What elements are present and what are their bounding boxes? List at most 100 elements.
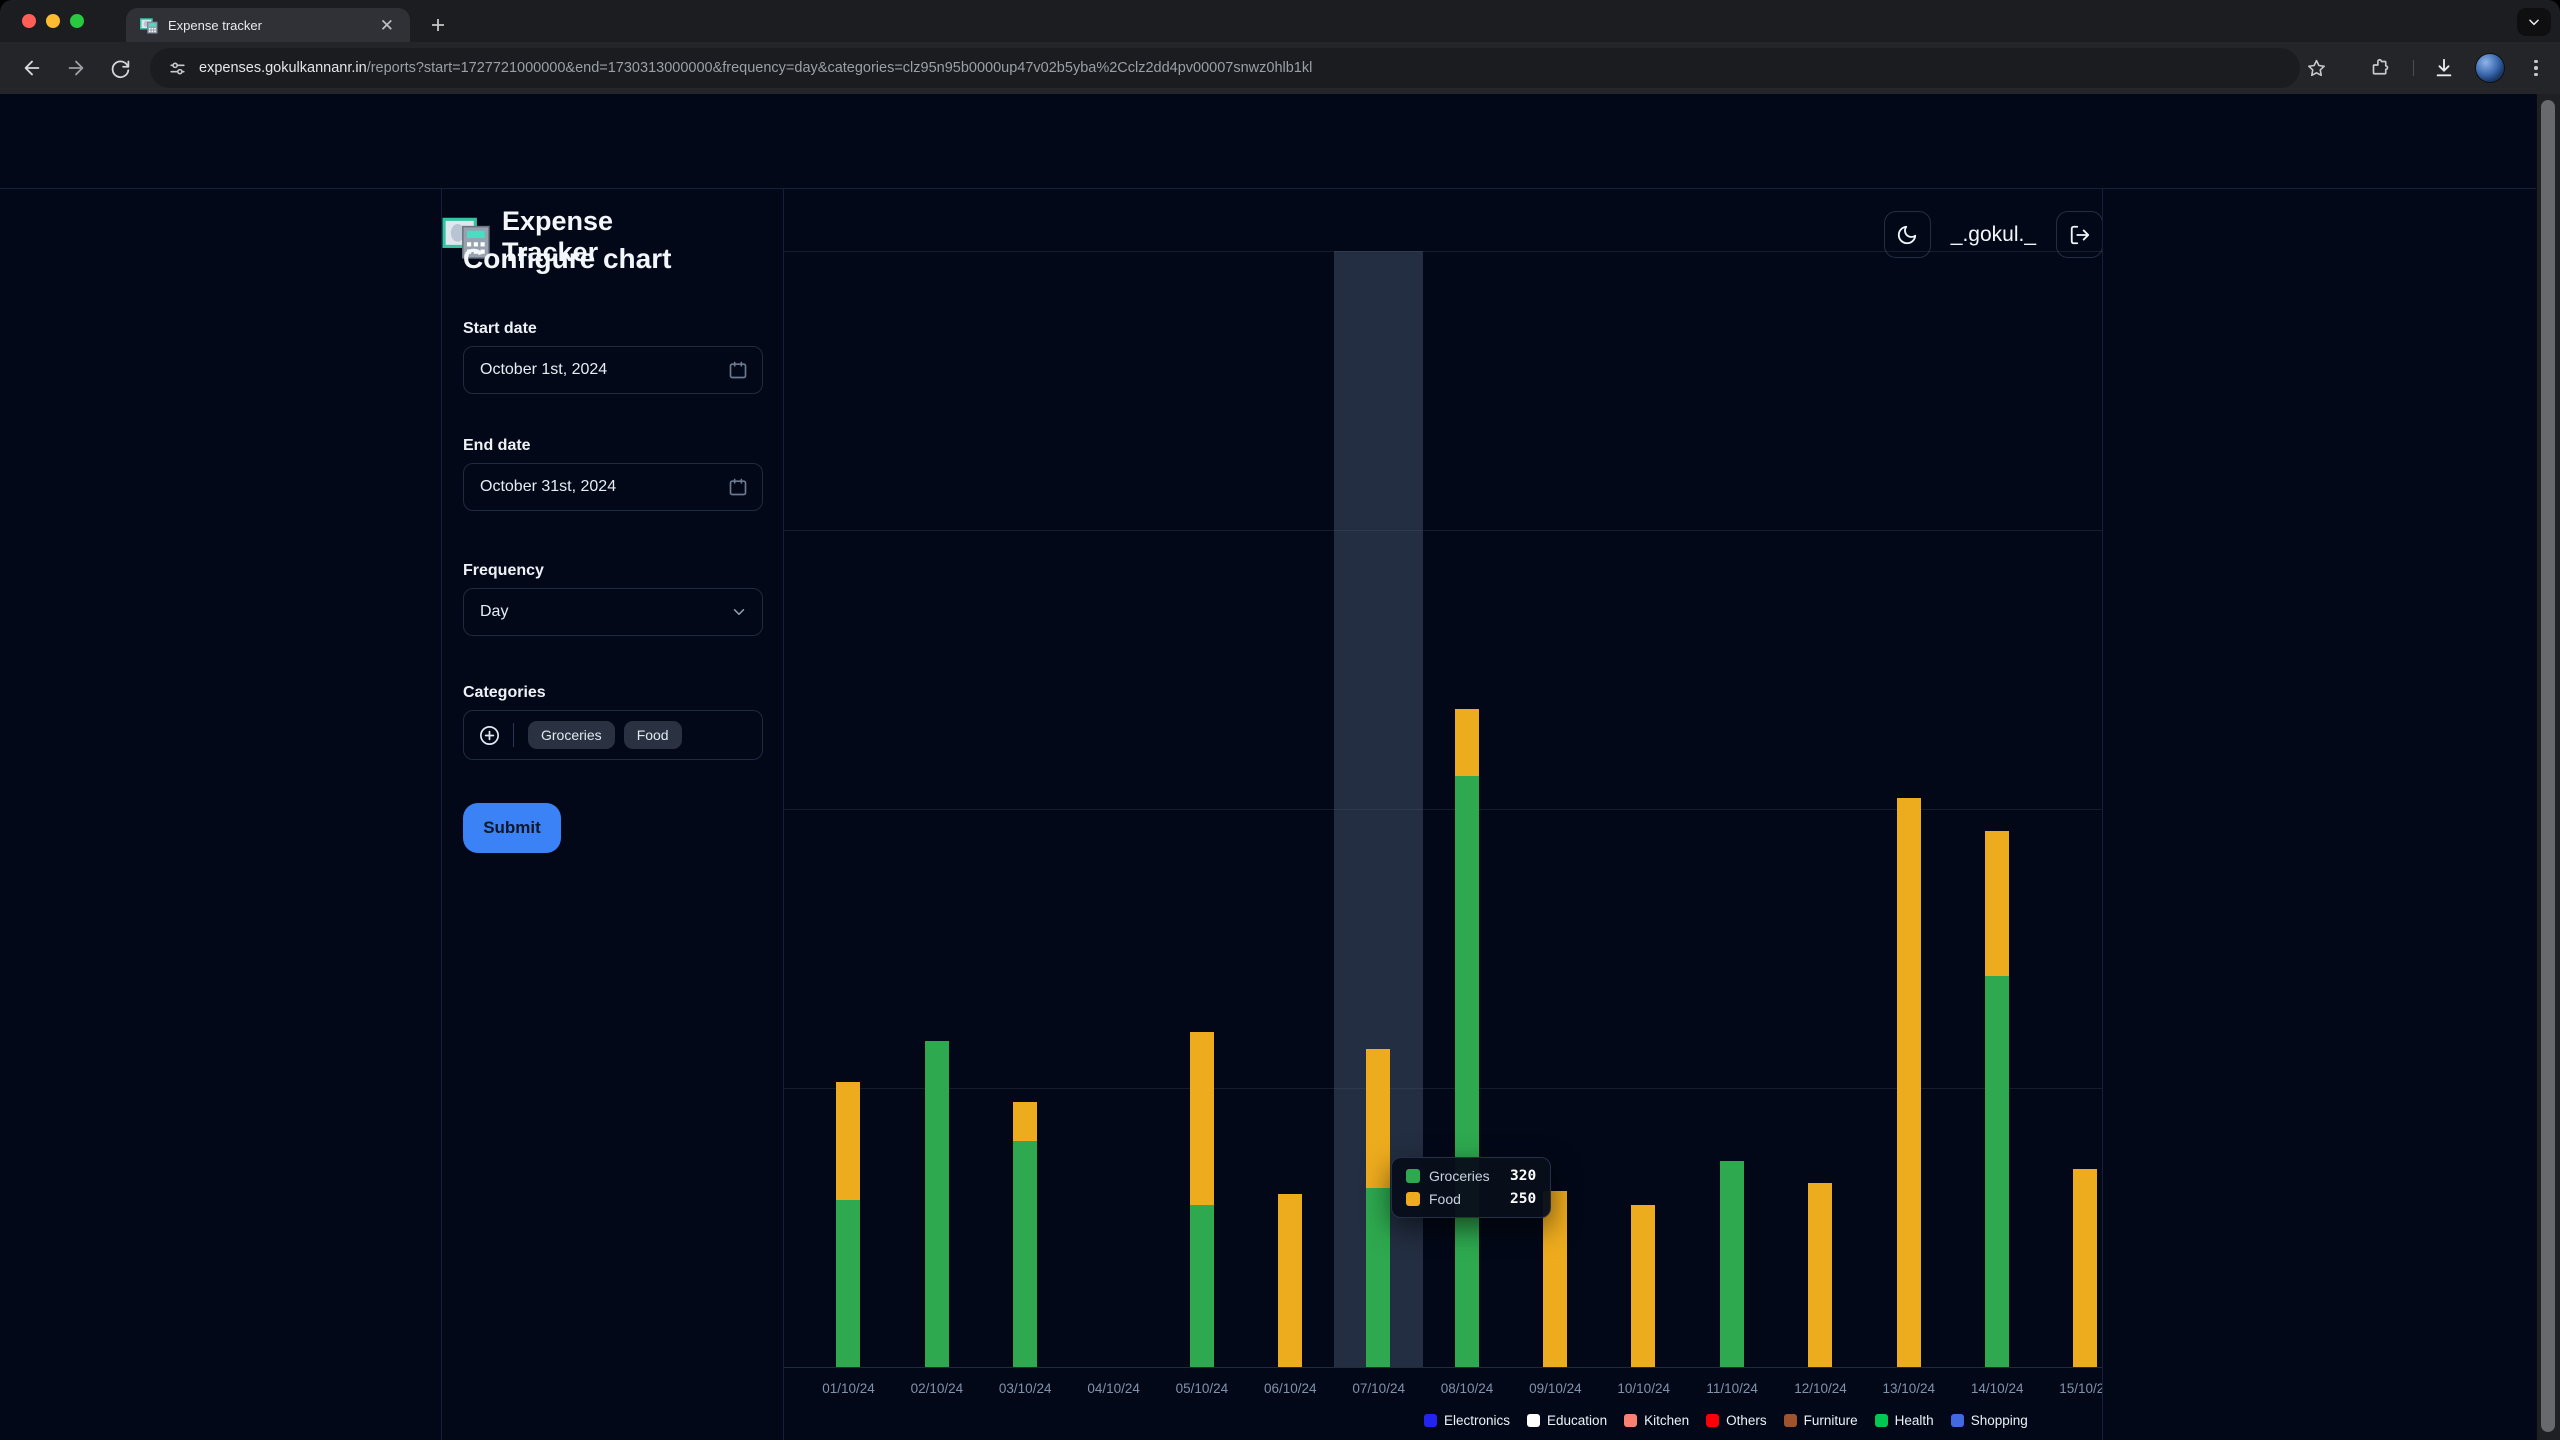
x-axis-label-07/10/24: 07/10/24 <box>1334 1381 1423 1396</box>
app-header: Expense Tracker _.gokul._ <box>0 94 2560 189</box>
legend-item-electronics: Electronics <box>1424 1413 1510 1428</box>
bar-segment-food-10/10/24[interactable] <box>1631 1205 1655 1367</box>
category-chip-groceries[interactable]: Groceries <box>528 721 615 749</box>
configure-sidebar: Configure chart Start date October 1st, … <box>441 189 784 1440</box>
toolbar-divider <box>2413 60 2414 76</box>
bar-segment-groceries-03/10/24[interactable] <box>1013 1141 1037 1367</box>
page-scrollbar-thumb[interactable] <box>2541 100 2555 1432</box>
x-axis-line <box>784 1367 2103 1368</box>
bar-segment-food-06/10/24[interactable] <box>1278 1194 1302 1367</box>
maximize-window-button[interactable] <box>70 14 84 28</box>
category-chip-food[interactable]: Food <box>624 721 682 749</box>
tooltip-swatch <box>1406 1169 1420 1183</box>
legend-label: Electronics <box>1444 1413 1510 1428</box>
extensions-button[interactable] <box>2366 54 2394 82</box>
forward-button[interactable] <box>63 55 89 81</box>
legend-swatch <box>1951 1414 1964 1427</box>
categories-input[interactable]: Groceries Food <box>463 710 763 760</box>
tab-strip: Expense tracker ✕ <box>0 0 2560 42</box>
close-window-button[interactable] <box>22 14 36 28</box>
bar-segment-groceries-08/10/24[interactable] <box>1455 776 1479 1368</box>
tab-close-icon[interactable]: ✕ <box>376 15 398 36</box>
x-axis-label-05/10/24: 05/10/24 <box>1157 1381 1246 1396</box>
forward-icon <box>65 57 87 79</box>
downloads-button[interactable] <box>2430 54 2458 82</box>
tab-search-chevron-icon <box>2527 15 2541 29</box>
legend-swatch <box>1527 1414 1540 1427</box>
bar-segment-groceries-07/10/24[interactable] <box>1366 1188 1390 1367</box>
traffic-lights <box>22 14 84 28</box>
bookmark-button[interactable] <box>2302 54 2330 82</box>
calendar-icon <box>728 360 748 380</box>
x-axis-label-08/10/24: 08/10/24 <box>1423 1381 1512 1396</box>
categories-divider <box>513 723 514 747</box>
bar-segment-food-14/10/24[interactable] <box>1985 831 2009 976</box>
chart-tooltip: Groceries320Food250 <box>1391 1157 1551 1218</box>
x-axis-label-04/10/24: 04/10/24 <box>1069 1381 1158 1396</box>
bar-segment-food-01/10/24[interactable] <box>836 1082 860 1199</box>
start-date-value: October 1st, 2024 <box>480 361 728 379</box>
legend-label: Furniture <box>1804 1413 1858 1428</box>
x-axis-label-03/10/24: 03/10/24 <box>981 1381 1070 1396</box>
x-axis-label-12/10/24: 12/10/24 <box>1776 1381 1865 1396</box>
x-axis-label-01/10/24: 01/10/24 <box>804 1381 893 1396</box>
bar-segment-groceries-01/10/24[interactable] <box>836 1200 860 1367</box>
browser-tab[interactable]: Expense tracker ✕ <box>126 8 410 42</box>
reload-button[interactable] <box>107 55 133 81</box>
frequency-value: Day <box>480 603 730 621</box>
bar-segment-groceries-05/10/24[interactable] <box>1190 1205 1214 1367</box>
url-bar[interactable]: expenses.gokulkannanr.in/reports?start=1… <box>150 48 2300 88</box>
bar-segment-food-08/10/24[interactable] <box>1455 709 1479 776</box>
legend-swatch <box>1424 1414 1437 1427</box>
new-tab-button[interactable] <box>424 11 452 39</box>
x-axis-label-02/10/24: 02/10/24 <box>892 1381 981 1396</box>
bar-segment-food-09/10/24[interactable] <box>1543 1191 1567 1367</box>
profile-avatar[interactable] <box>2475 53 2505 83</box>
end-date-input[interactable]: October 31st, 2024 <box>463 463 763 511</box>
legend-swatch <box>1706 1414 1719 1427</box>
legend-swatch <box>1784 1414 1797 1427</box>
bar-segment-groceries-11/10/24[interactable] <box>1720 1161 1744 1368</box>
reload-icon <box>110 58 131 79</box>
x-axis-label-09/10/24: 09/10/24 <box>1511 1381 1600 1396</box>
end-date-label: End date <box>463 437 531 455</box>
legend-label: Health <box>1895 1413 1934 1428</box>
tooltip-label: Groceries <box>1429 1168 1501 1184</box>
bar-segment-food-12/10/24[interactable] <box>1808 1183 1832 1367</box>
frequency-select[interactable]: Day <box>463 588 763 636</box>
legend-item-education: Education <box>1527 1413 1607 1428</box>
start-date-label: Start date <box>463 320 537 338</box>
minimize-window-button[interactable] <box>46 14 60 28</box>
download-icon <box>2433 57 2455 79</box>
bar-segment-groceries-02/10/24[interactable] <box>925 1041 949 1367</box>
start-date-input[interactable]: October 1st, 2024 <box>463 346 763 394</box>
bar-segment-food-05/10/24[interactable] <box>1190 1032 1214 1205</box>
bar-segment-groceries-14/10/24[interactable] <box>1985 976 2009 1367</box>
end-date-value: October 31st, 2024 <box>480 478 728 496</box>
back-icon <box>21 57 43 79</box>
favicon-calculator-icon <box>140 16 158 34</box>
x-axis-label-13/10/24: 13/10/24 <box>1864 1381 1953 1396</box>
legend-item-furniture: Furniture <box>1784 1413 1858 1428</box>
submit-button[interactable]: Submit <box>463 803 561 853</box>
browser-menu-button[interactable] <box>2524 55 2548 81</box>
page-scrollbar <box>2536 94 2560 1440</box>
tab-search-button[interactable] <box>2517 8 2551 36</box>
add-category-icon[interactable] <box>478 724 501 747</box>
bar-segment-food-07/10/24[interactable] <box>1366 1049 1390 1189</box>
browser-window: Expense tracker ✕ expenses.gokulkannanr.… <box>0 0 2560 1440</box>
legend-label: Education <box>1547 1413 1607 1428</box>
bar-segment-food-13/10/24[interactable] <box>1897 798 1921 1367</box>
tooltip-swatch <box>1406 1192 1420 1206</box>
url-path: /reports?start=1727721000000&end=1730313… <box>367 60 1313 76</box>
legend-item-kitchen: Kitchen <box>1624 1413 1689 1428</box>
gridline-2000 <box>784 251 2103 252</box>
x-axis-label-11/10/24: 11/10/24 <box>1688 1381 1777 1396</box>
back-button[interactable] <box>19 55 45 81</box>
chart-legend: ElectronicsEducationKitchenOthersFurnitu… <box>1424 1413 2028 1428</box>
bar-segment-food-03/10/24[interactable] <box>1013 1102 1037 1141</box>
sidebar-heading: Configure chart <box>463 243 671 275</box>
x-axis-label-10/10/24: 10/10/24 <box>1599 1381 1688 1396</box>
calendar-icon <box>728 477 748 497</box>
bar-segment-food-15/10/24[interactable] <box>2073 1169 2097 1367</box>
